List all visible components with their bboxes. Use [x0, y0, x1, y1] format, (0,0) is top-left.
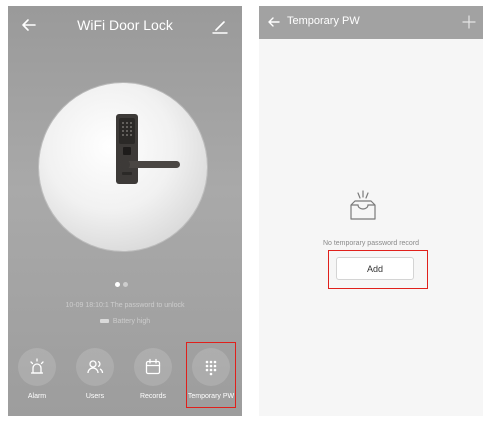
nav-circle	[134, 348, 172, 386]
nav-circle	[18, 348, 56, 386]
empty-state-text: No temporary password record	[322, 240, 420, 247]
door-lock-screen: WiFi Door Lock 10-09 18:10:1 The passwor…	[8, 6, 242, 416]
battery-text: Battery high	[112, 318, 151, 325]
temporary-pw-screen: Temporary PW No temporary password recor…	[259, 6, 483, 416]
top-bar: WiFi Door Lock	[8, 6, 242, 46]
top-bar: Temporary PW	[259, 6, 483, 39]
pager-dot-active	[115, 282, 120, 287]
calendar-icon	[145, 358, 161, 375]
users-icon	[87, 360, 104, 374]
alarm-icon	[30, 358, 44, 374]
plus-icon[interactable]	[461, 14, 477, 30]
battery-icon	[99, 319, 109, 324]
empty-inbox-icon	[350, 190, 376, 220]
edit-icon[interactable]	[210, 16, 230, 36]
battery-status: Battery high	[8, 318, 242, 325]
back-arrow-icon[interactable]	[267, 15, 281, 29]
nav-label: Records	[139, 393, 167, 400]
nav-item-records[interactable]: Records	[124, 344, 182, 410]
door-lock-image	[116, 114, 180, 184]
nav-label: Users	[85, 393, 105, 400]
page-title: Temporary PW	[287, 15, 360, 27]
nav-label: Alarm	[27, 393, 47, 400]
page-indicator	[115, 274, 131, 292]
nav-circle	[76, 348, 114, 386]
last-unlock-status: 10-09 18:10:1 The password to unlock	[65, 302, 185, 309]
lock-image-circle	[39, 83, 207, 251]
highlight-box	[328, 250, 428, 289]
nav-item-users[interactable]: Users	[66, 344, 124, 410]
pager-dot	[123, 282, 128, 287]
nav-item-alarm[interactable]: Alarm	[8, 344, 66, 410]
page-title: WiFi Door Lock	[77, 17, 173, 33]
highlight-box	[186, 342, 236, 408]
